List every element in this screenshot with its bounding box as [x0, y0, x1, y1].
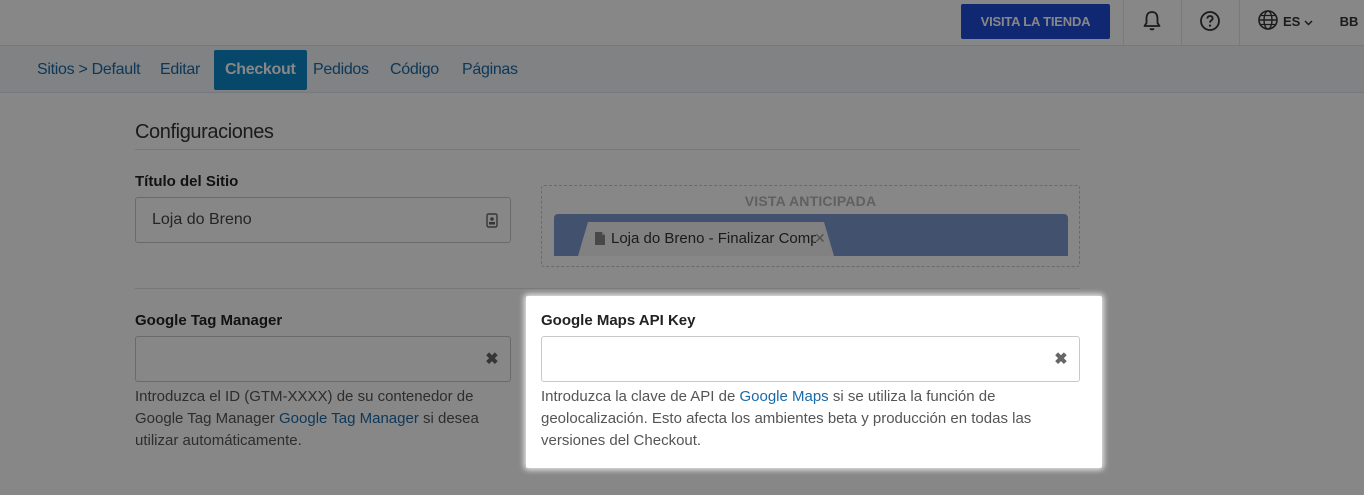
tab-editar[interactable]: Editar	[160, 50, 200, 90]
clear-icon[interactable]: ✖	[484, 351, 500, 368]
site-title-value: Loja do Breno	[152, 211, 252, 228]
preview-title: VISTA ANTICIPADA	[744, 193, 877, 209]
browser-tab: Loja do Breno - Finalizar Comp ✕	[578, 222, 834, 256]
gtm-field[interactable]: ✖	[135, 336, 511, 382]
document-icon	[594, 231, 606, 246]
gtm-help-link[interactable]: Google Tag Manager	[279, 410, 419, 427]
highlight-box: Google Maps API Key ✖ Introduzca la clav…	[526, 296, 1102, 468]
top-bar: VISITA LA TIENDA ES BB	[0, 0, 1364, 46]
preview-panel: VISTA ANTICIPADA Loja do Breno - Finaliz…	[541, 185, 1080, 267]
close-icon: ✕	[814, 230, 826, 246]
help-icon[interactable]	[1197, 8, 1223, 34]
maps-help-before: Introduzca la clave de API de	[541, 388, 740, 405]
divider	[135, 288, 1080, 289]
tab-paginas[interactable]: Páginas	[462, 50, 518, 90]
browser-mock: Loja do Breno - Finalizar Comp ✕	[554, 214, 1068, 256]
contact-card-icon	[484, 212, 500, 228]
tab-checkout[interactable]: Checkout	[214, 50, 307, 90]
divider	[135, 149, 1080, 150]
clear-icon[interactable]: ✖	[1053, 351, 1069, 368]
globe-icon	[1257, 9, 1279, 34]
section-title: Configuraciones	[135, 121, 274, 143]
language-label: ES	[1283, 13, 1301, 29]
divider	[1123, 0, 1124, 46]
gtm-label: Google Tag Manager	[135, 312, 283, 329]
gtm-help-text: Introduzca el ID (GTM-XXXX) de su conten…	[135, 386, 515, 452]
language-selector[interactable]: ES	[1257, 9, 1313, 34]
tab-pedidos[interactable]: Pedidos	[313, 50, 369, 90]
site-title-label: Título del Sitio	[135, 173, 239, 190]
avatar[interactable]: BB	[1335, 8, 1363, 34]
maps-help-text: Introduzca la clave de API de Google Map…	[541, 386, 1071, 452]
breadcrumb[interactable]: Sitios > Default	[37, 50, 141, 90]
bell-icon[interactable]	[1139, 8, 1165, 34]
maps-api-key-label: Google Maps API Key	[541, 312, 696, 329]
chevron-down-icon	[1304, 14, 1313, 29]
visit-store-button[interactable]: VISITA LA TIENDA	[961, 4, 1110, 39]
divider	[1181, 0, 1182, 46]
site-title-field[interactable]: Loja do Breno	[135, 197, 511, 243]
tab-codigo[interactable]: Código	[390, 50, 439, 90]
tab-title: Loja do Breno - Finalizar Comp	[611, 230, 816, 247]
maps-help-link[interactable]: Google Maps	[739, 388, 828, 405]
maps-api-key-field[interactable]: ✖	[541, 336, 1080, 382]
sub-navigation: Sitios > Default Editar Checkout Pedidos…	[0, 46, 1364, 93]
divider	[1239, 0, 1240, 46]
